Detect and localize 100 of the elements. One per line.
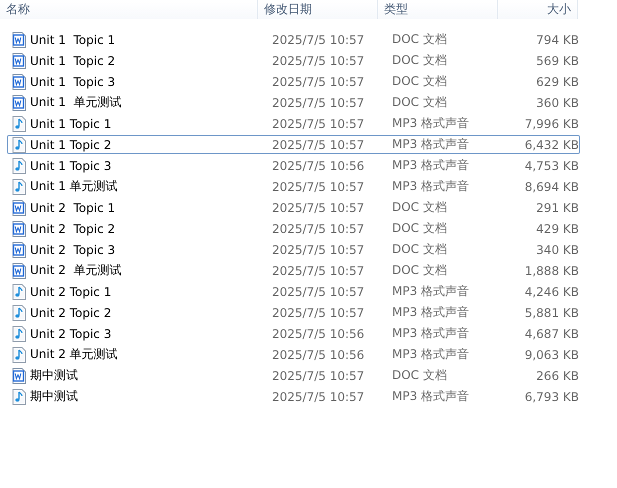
file-name: Unit 2 单元测试 — [30, 262, 122, 279]
file-size: 429 KB — [535, 222, 580, 236]
music-note-file-icon — [12, 388, 26, 404]
file-row[interactable]: Unit 2 Topic 2 2025/7/5 10:57 DOC 文档 429 KB — [7, 219, 580, 238]
file-name: Unit 2 Topic 2 — [30, 306, 112, 320]
file-row[interactable]: Unit 2 Topic 2 2025/7/5 10:57 MP3 格式声音 5,881 KB — [7, 303, 580, 322]
word-document-icon — [12, 74, 26, 90]
file-name: Unit 2 Topic 1 — [30, 200, 116, 214]
file-row[interactable]: Unit 1 Topic 3 2025/7/5 10:56 MP3 格式声音 4,753 KB — [7, 156, 580, 175]
file-size: 4,753 KB — [524, 158, 580, 172]
file-row[interactable]: Unit 1 Topic 1 2025/7/5 10:57 DOC 文档 794 KB — [7, 30, 580, 49]
file-row[interactable]: Unit 2 Topic 1 2025/7/5 10:57 DOC 文档 291 KB — [7, 198, 580, 217]
column-header[interactable]: 修改日期 — [258, 0, 378, 19]
music-note-file-icon — [12, 346, 26, 362]
file-type: DOC 文档 — [391, 220, 448, 237]
word-document-icon — [12, 52, 26, 68]
file-size: 360 KB — [535, 96, 580, 110]
word-document-icon — [12, 262, 26, 278]
file-name: Unit 2 Topic 1 — [30, 284, 112, 298]
modified-date: 2025/7/5 10:57 — [271, 74, 366, 88]
modified-date: 2025/7/5 10:57 — [271, 116, 366, 130]
file-type: MP3 格式声音 — [391, 325, 470, 342]
file-type: DOC 文档 — [391, 199, 448, 216]
word-document-icon — [12, 94, 26, 110]
modified-date: 2025/7/5 10:57 — [271, 242, 366, 256]
file-type: DOC 文档 — [391, 262, 448, 279]
file-size: 629 KB — [535, 74, 580, 88]
file-row[interactable]: Unit 2 Topic 3 2025/7/5 10:56 MP3 格式声音 4,687 KB — [7, 324, 580, 343]
file-name: Unit 1 Topic 3 — [30, 74, 116, 88]
file-type: DOC 文档 — [391, 31, 448, 48]
file-type: MP3 格式声音 — [391, 304, 470, 321]
music-note-file-icon — [12, 136, 26, 152]
file-type: DOC 文档 — [391, 367, 448, 384]
file-row[interactable]: Unit 1 Topic 2 2025/7/5 10:57 DOC 文档 569 KB — [7, 51, 580, 70]
modified-date: 2025/7/5 10:57 — [271, 180, 366, 194]
file-type: MP3 格式声音 — [391, 136, 470, 153]
word-document-icon — [12, 220, 26, 236]
file-type: DOC 文档 — [391, 241, 448, 258]
word-document-icon — [12, 242, 26, 258]
column-header[interactable]: 名称 — [0, 0, 258, 19]
file-type: DOC 文档 — [391, 52, 448, 69]
file-size: 266 KB — [535, 368, 580, 382]
file-type: DOC 文档 — [391, 73, 448, 90]
file-size: 340 KB — [535, 242, 580, 256]
file-size: 7,996 KB — [524, 116, 580, 130]
modified-date: 2025/7/5 10:57 — [271, 54, 366, 68]
file-size: 1,888 KB — [524, 264, 580, 278]
file-type: DOC 文档 — [391, 94, 448, 111]
file-name: Unit 2 Topic 2 — [30, 222, 116, 236]
file-name: Unit 1 Topic 2 — [30, 54, 116, 68]
column-header[interactable]: 类型 — [378, 0, 498, 19]
file-row[interactable]: Unit 2 Topic 3 2025/7/5 10:57 DOC 文档 340 KB — [7, 240, 580, 259]
music-note-file-icon — [12, 116, 26, 132]
modified-date: 2025/7/5 10:57 — [271, 222, 366, 236]
file-name: Unit 1 Topic 1 — [30, 32, 116, 46]
file-size: 8,694 KB — [524, 180, 580, 194]
file-size: 4,246 KB — [524, 284, 580, 298]
file-size: 6,793 KB — [524, 390, 580, 404]
file-size: 6,432 KB — [524, 138, 580, 152]
file-size: 794 KB — [535, 32, 580, 46]
file-name: Unit 1 单元测试 — [30, 94, 122, 111]
file-row[interactable]: Unit 1 Topic 3 2025/7/5 10:57 DOC 文档 629 KB — [7, 72, 580, 91]
file-size: 4,687 KB — [524, 326, 580, 340]
file-type: MP3 格式声音 — [391, 388, 470, 405]
file-row[interactable]: Unit 1 Topic 2 2025/7/5 10:57 MP3 格式声音 6,432 KB — [7, 135, 580, 154]
music-note-file-icon — [12, 158, 26, 174]
column-header[interactable]: 大小 — [498, 0, 578, 19]
modified-date: 2025/7/5 10:57 — [271, 32, 366, 46]
file-row[interactable]: 期中测试 2025/7/5 10:57 DOC 文档 266 KB — [7, 366, 580, 385]
file-row[interactable]: Unit 1 单元测试 2025/7/5 10:57 MP3 格式声音 8,694 KB — [7, 177, 580, 196]
file-row[interactable]: Unit 1 Topic 1 2025/7/5 10:57 MP3 格式声音 7,996 KB — [7, 114, 580, 133]
modified-date: 2025/7/5 10:57 — [271, 138, 366, 152]
music-note-file-icon — [12, 304, 26, 320]
file-row[interactable]: Unit 2 Topic 1 2025/7/5 10:57 MP3 格式声音 4,246 KB — [7, 282, 580, 301]
music-note-file-icon — [12, 284, 26, 300]
file-row[interactable]: Unit 2 单元测试 2025/7/5 10:56 MP3 格式声音 9,063 KB — [7, 345, 580, 364]
file-name: Unit 1 Topic 3 — [30, 158, 112, 172]
modified-date: 2025/7/5 10:56 — [271, 158, 366, 172]
file-row[interactable]: Unit 1 单元测试 2025/7/5 10:57 DOC 文档 360 KB — [7, 93, 580, 112]
music-note-file-icon — [12, 326, 26, 342]
file-row[interactable]: Unit 2 单元测试 2025/7/5 10:57 DOC 文档 1,888 KB — [7, 261, 580, 280]
modified-date: 2025/7/5 10:57 — [271, 390, 366, 404]
file-name: Unit 1 Topic 2 — [30, 138, 112, 152]
file-size: 291 KB — [535, 200, 580, 214]
modified-date: 2025/7/5 10:57 — [271, 306, 366, 320]
modified-date: 2025/7/5 10:57 — [271, 200, 366, 214]
file-type: MP3 格式声音 — [391, 157, 470, 174]
file-name: Unit 1 Topic 1 — [30, 116, 112, 130]
file-name: 期中测试 — [30, 388, 78, 405]
file-name: Unit 1 单元测试 — [30, 178, 118, 195]
word-document-icon — [12, 368, 26, 384]
file-name: Unit 2 Topic 3 — [30, 242, 116, 256]
file-name: Unit 2 Topic 3 — [30, 326, 112, 340]
modified-date: 2025/7/5 10:57 — [271, 96, 366, 110]
file-size: 9,063 KB — [524, 348, 580, 362]
file-row[interactable]: 期中测试 2025/7/5 10:57 MP3 格式声音 6,793 KB — [7, 387, 580, 406]
modified-date: 2025/7/5 10:57 — [271, 284, 366, 298]
modified-date: 2025/7/5 10:57 — [271, 368, 366, 382]
file-size: 5,881 KB — [524, 306, 580, 320]
file-type: MP3 格式声音 — [391, 115, 470, 132]
